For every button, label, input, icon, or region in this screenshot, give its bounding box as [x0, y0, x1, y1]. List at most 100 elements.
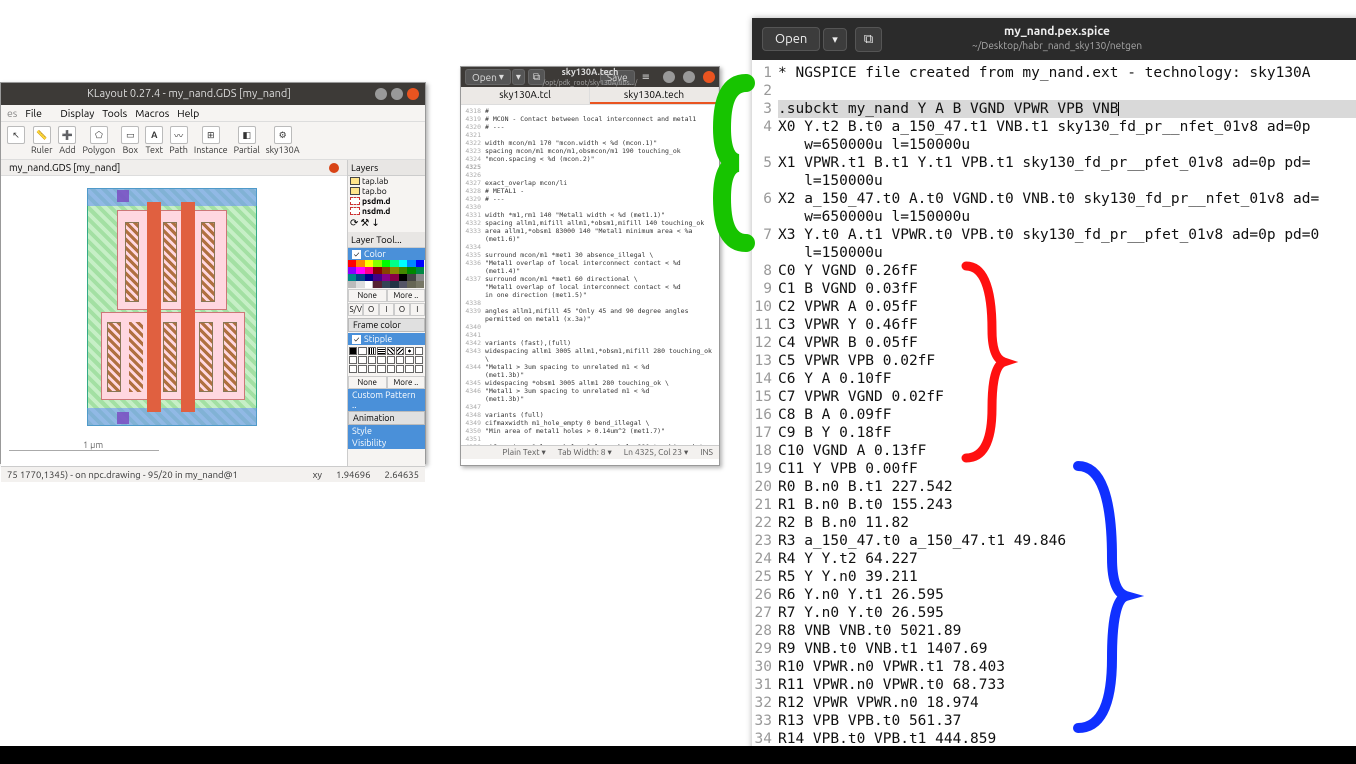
klayout-tab-label[interactable]: my_nand.GDS [my_nand]: [9, 162, 120, 173]
line-text: l=150000u: [778, 172, 1356, 190]
code-line: 4326: [463, 171, 717, 179]
line-number: 4319: [463, 115, 485, 123]
check-icon: ✓: [352, 250, 361, 259]
layer-down-icon[interactable]: ↓: [371, 217, 379, 229]
color-palette[interactable]: [348, 260, 424, 288]
menu-help[interactable]: Help: [177, 107, 199, 119]
style[interactable]: Style: [348, 425, 425, 437]
custom-pattern[interactable]: Custom Pattern ..: [348, 389, 425, 411]
toolbar-text[interactable]: AText: [145, 126, 163, 155]
tab-tcl[interactable]: sky130A.tcl: [461, 87, 590, 104]
code-line: 5X1 VPWR.t1 B.t1 Y.t1 VPB.t1 sky130_fd_p…: [752, 154, 1356, 172]
line-number: 10: [752, 298, 778, 316]
code-line: 4330: [463, 203, 717, 211]
toolbar-add[interactable]: ➕Add: [58, 126, 76, 155]
line-number: 27: [752, 604, 778, 622]
toolbar-ruler[interactable]: 📏Ruler: [31, 126, 52, 155]
status-tab[interactable]: Tab Width: 8 ▾: [556, 447, 614, 458]
plus-icon: ➕: [58, 126, 76, 144]
line-text: C4 VPWR B 0.05fF: [778, 334, 1356, 352]
gedit-spice-titlebar[interactable]: Open ▾ ⧉ my_nand.pex.spice~/Desktop/habr…: [752, 18, 1356, 60]
code-line: 4335 surround mcon/m1 *met1 30 absence_i…: [463, 251, 717, 259]
line-number: 4323: [463, 147, 485, 155]
stipple-palette[interactable]: [349, 347, 423, 373]
maximize-button[interactable]: [683, 71, 695, 83]
stipple-opts[interactable]: NoneMore ..: [348, 376, 425, 389]
layer-list[interactable]: tap.lab tap.bo psdm.d nsdm.d: [348, 176, 425, 216]
line-number: 4341: [463, 331, 485, 339]
layertool-header[interactable]: Layer Tool...: [348, 232, 425, 248]
status-ins[interactable]: INS: [698, 447, 715, 458]
hamburger-icon[interactable]: ≡: [637, 70, 655, 84]
toolbar-tech[interactable]: ⚙sky130A: [266, 126, 300, 155]
gedit-tech-editor[interactable]: 4318#4319# MCON - Contact between local …: [461, 105, 719, 445]
open-button[interactable]: Open: [762, 27, 820, 51]
status-syntax[interactable]: Plain Text ▾: [500, 447, 547, 458]
toolbar-box[interactable]: ▭Box: [121, 126, 139, 155]
toolbar-select[interactable]: ↖: [7, 126, 25, 155]
line-text: X0 Y.t2 B.t0 a_150_47.t1 VNB.t1 sky130_f…: [778, 118, 1356, 136]
line-number: 26: [752, 586, 778, 604]
line-number: 4340: [463, 323, 485, 331]
line-number: 28: [752, 622, 778, 640]
line-number: 6: [752, 190, 778, 208]
open-button[interactable]: Open▾: [465, 69, 511, 85]
layer-config-icon[interactable]: ⚒: [360, 217, 369, 229]
line-number: 19: [752, 460, 778, 478]
code-line: "Metal1 overlap of local interconnect co…: [463, 283, 717, 291]
layout-cell: [81, 182, 263, 432]
minimize-button[interactable]: [663, 71, 675, 83]
layertool-color[interactable]: ✓Color: [348, 248, 425, 260]
gedit-tech-titlebar[interactable]: Open▾ ▾ ⧉ sky130A.tech/opt/pdk_root/sky1…: [461, 67, 719, 87]
partial-icon: ◧: [238, 126, 256, 144]
menu-macros[interactable]: Macros: [135, 107, 169, 119]
line-text: # ---: [485, 195, 505, 203]
line-number: 14: [752, 370, 778, 388]
code-line: 2: [752, 82, 1356, 100]
close-button[interactable]: [703, 71, 715, 83]
line-number: 4328: [463, 187, 485, 195]
line-text: R8 VNB VNB.t0 5021.89: [778, 622, 1356, 640]
klayout-titlebar[interactable]: KLayout 0.27.4 - my_nand.GDS [my_nand]: [1, 83, 425, 105]
open-dropdown[interactable]: ▾: [823, 28, 847, 51]
line-text: R2 B B.n0 11.82: [778, 514, 1356, 532]
color-opts[interactable]: NoneMore ..: [348, 289, 425, 302]
save-button[interactable]: Save: [600, 70, 635, 85]
toolbar-path[interactable]: 〰Path: [169, 126, 188, 155]
animation[interactable]: Animation: [348, 411, 425, 425]
minimize-button[interactable]: [375, 88, 387, 100]
gedit-spice-editor[interactable]: 1* NGSPICE file created from my_nand.ext…: [752, 60, 1356, 755]
new-tab-button[interactable]: ⧉: [528, 69, 545, 85]
open-dropdown[interactable]: ▾: [512, 69, 525, 85]
line-number: 12: [752, 334, 778, 352]
menu-display[interactable]: Display: [60, 107, 94, 119]
new-tab-button[interactable]: ⧉: [855, 27, 882, 52]
toolbar-polygon[interactable]: ⬠Polygon: [82, 126, 115, 155]
menu-file[interactable]: File: [25, 107, 42, 119]
line-number: 4349: [463, 419, 485, 427]
tab-tech[interactable]: sky130A.tech: [590, 87, 719, 104]
visibility[interactable]: Visibility: [348, 437, 425, 449]
color-sv[interactable]: S/VOIOI: [348, 303, 425, 316]
maximize-button[interactable]: [391, 88, 403, 100]
code-line: 4340: [463, 323, 717, 331]
close-button[interactable]: [407, 88, 419, 100]
layer-refresh-icon[interactable]: ⟳: [350, 217, 358, 229]
toolbar-instance[interactable]: ⊞Instance: [194, 126, 228, 155]
code-line: 4319# MCON - Contact between local inter…: [463, 115, 717, 123]
code-line: 27R7 Y.n0 Y.t0 26.595: [752, 604, 1356, 622]
code-line: 4341: [463, 331, 717, 339]
line-number: 4: [752, 118, 778, 136]
frame-color[interactable]: Frame color: [348, 318, 425, 332]
toolbar-partial[interactable]: ◧Partial: [234, 126, 260, 155]
code-line: 21R1 B.n0 B.t0 155.243: [752, 496, 1356, 514]
menu-tools[interactable]: Tools: [102, 107, 127, 119]
code-line: 24R4 Y Y.t2 64.227: [752, 550, 1356, 568]
line-text: "Metal1 overlap of local interconnect co…: [485, 283, 681, 291]
code-line: 4343 widespacing allm1 3005 allm1,*obsm1…: [463, 347, 717, 363]
klayout-canvas[interactable]: 1 µm: [1, 176, 347, 466]
line-text: "Metal1 > 3um spacing to unrelated m1 < …: [485, 387, 649, 395]
status-pos[interactable]: Ln 4325, Col 23 ▾: [622, 447, 691, 458]
stipple[interactable]: ✓Stipple: [348, 333, 425, 345]
close-tab-icon[interactable]: [329, 163, 339, 173]
